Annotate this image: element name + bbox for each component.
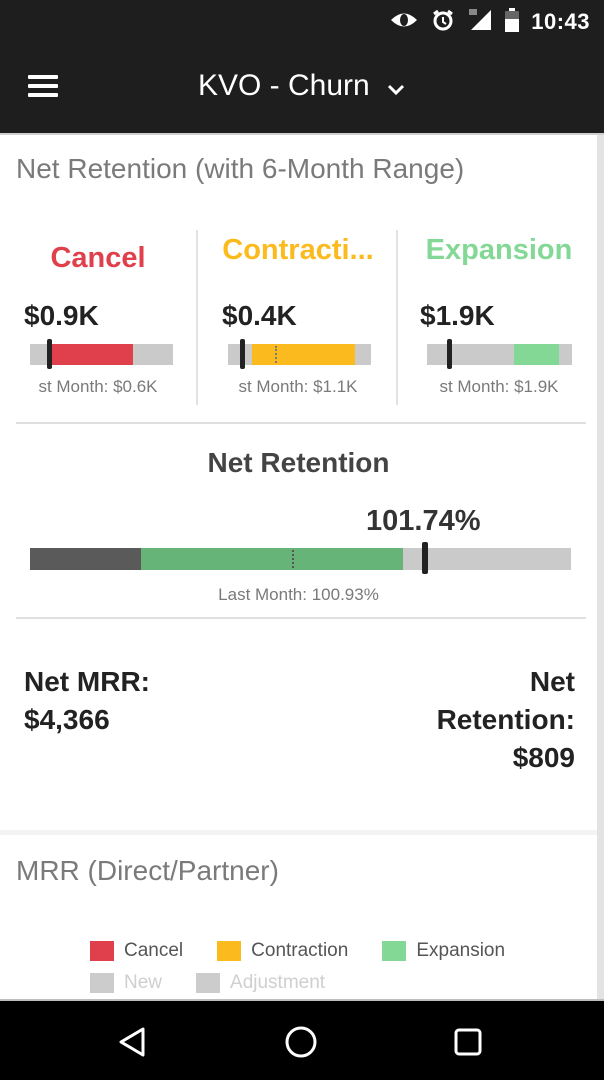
net-retention-amount-metric: Net Retention: $809: [437, 663, 575, 777]
net-retention-range-segment: [140, 548, 404, 570]
legend-item-new[interactable]: New: [90, 972, 162, 994]
system-nav-bar: [0, 999, 604, 1080]
alarm-icon: [431, 8, 455, 37]
bullet-fill: [514, 344, 559, 365]
status-bar: 10:43: [0, 0, 604, 45]
bullet-marker: [46, 339, 52, 369]
net-retention-amount-label: Retention:: [436, 704, 575, 735]
legend-label: Contraction: [251, 940, 349, 961]
bullet-bar: [228, 339, 371, 369]
legend-label: Adjustment: [230, 972, 326, 993]
dashboard-selector[interactable]: KVO - Churn: [0, 69, 604, 104]
home-icon[interactable]: [281, 1025, 321, 1059]
legend-swatch: [90, 941, 114, 961]
kpi-value: $0.4K: [222, 300, 297, 331]
dashboard-content: Net Retention (with 6-Month Range) Cance…: [0, 133, 604, 999]
kpi-label: Cancel: [50, 242, 146, 274]
kpi-contraction[interactable]: Contracti... $0.4K st Month: $1.1K: [200, 230, 398, 405]
legend-swatch: [382, 941, 407, 961]
net-retention-range-dots: [292, 550, 295, 568]
net-retention-title: Net Retention: [207, 447, 390, 478]
legend-label: Expansion: [416, 940, 506, 961]
net-retention-amount-label: Net: [529, 666, 575, 697]
kpi-expansion[interactable]: Expansion $1.9K st Month: $1.9K: [400, 230, 598, 405]
kpi-label: Expansion: [425, 234, 573, 266]
kpi-cancel[interactable]: Cancel $0.9K st Month: $0.6K: [0, 230, 198, 405]
card-title: MRR (Direct/Partner): [16, 855, 279, 886]
legend-item-expansion[interactable]: Expansion: [382, 940, 505, 962]
mrr-card: MRR (Direct/Partner) Cancel Contraction …: [0, 835, 597, 999]
back-icon[interactable]: [112, 1025, 152, 1059]
scrollbar[interactable]: [597, 135, 604, 999]
kpi-last-month: st Month: $1.1K: [238, 377, 358, 396]
kpi-value: $0.9K: [24, 300, 99, 331]
kpi-value: $1.9K: [420, 300, 495, 331]
clock: 10:43: [531, 9, 590, 34]
kpi-row: Cancel $0.9K st Month: $0.6K Contracti..…: [0, 230, 597, 405]
battery-icon: [505, 7, 520, 37]
legend-label: New: [124, 972, 163, 993]
legend-swatch: [90, 973, 114, 993]
net-mrr-label: Net MRR:: [24, 666, 150, 697]
eye-icon: [389, 9, 419, 36]
divider: [16, 617, 586, 619]
bullet-fill: [51, 344, 133, 365]
legend-item-adjustment[interactable]: Adjustment: [196, 972, 325, 994]
net-retention-amount-value: $809: [512, 742, 575, 773]
signal-icon: [467, 8, 493, 37]
kpi-last-month: st Month: $0.6K: [38, 377, 158, 396]
net-retention-bar[interactable]: [30, 542, 571, 574]
bullet-range-dots: [275, 346, 278, 363]
app-title: KVO - Churn: [197, 69, 370, 102]
bullet-marker: [240, 339, 246, 369]
net-retention-base-segment: [30, 548, 141, 570]
legend-swatch: [217, 941, 242, 961]
divider: [16, 422, 586, 424]
bullet-fill: [252, 344, 356, 365]
net-retention-marker: [421, 542, 428, 574]
net-retention-card: Net Retention (with 6-Month Range) Cance…: [0, 135, 597, 830]
legend-item-contraction[interactable]: Contraction: [217, 940, 348, 962]
legend-swatch: [196, 973, 221, 993]
chart-legend: Cancel Contraction Expansion New Adjustm…: [90, 935, 570, 999]
bullet-bar: [30, 339, 173, 369]
net-mrr-value: $4,366: [24, 704, 110, 735]
net-mrr-metric: Net MRR: $4,366: [24, 663, 150, 739]
app-bar: KVO - Churn: [0, 45, 604, 133]
net-retention-value: 101.74%: [366, 505, 481, 537]
net-retention-last-month: Last Month: 100.93%: [218, 585, 379, 604]
legend-item-cancel[interactable]: Cancel: [90, 940, 183, 962]
legend-label: Cancel: [124, 940, 184, 961]
bullet-marker: [446, 339, 452, 369]
bullet-bar: [427, 339, 572, 369]
kpi-label: Contracti...: [222, 234, 374, 266]
kpi-last-month: st Month: $1.9K: [439, 377, 559, 396]
recents-icon[interactable]: [448, 1025, 488, 1059]
card-title: Net Retention (with 6-Month Range): [16, 153, 465, 184]
chevron-down-icon: [386, 70, 406, 104]
